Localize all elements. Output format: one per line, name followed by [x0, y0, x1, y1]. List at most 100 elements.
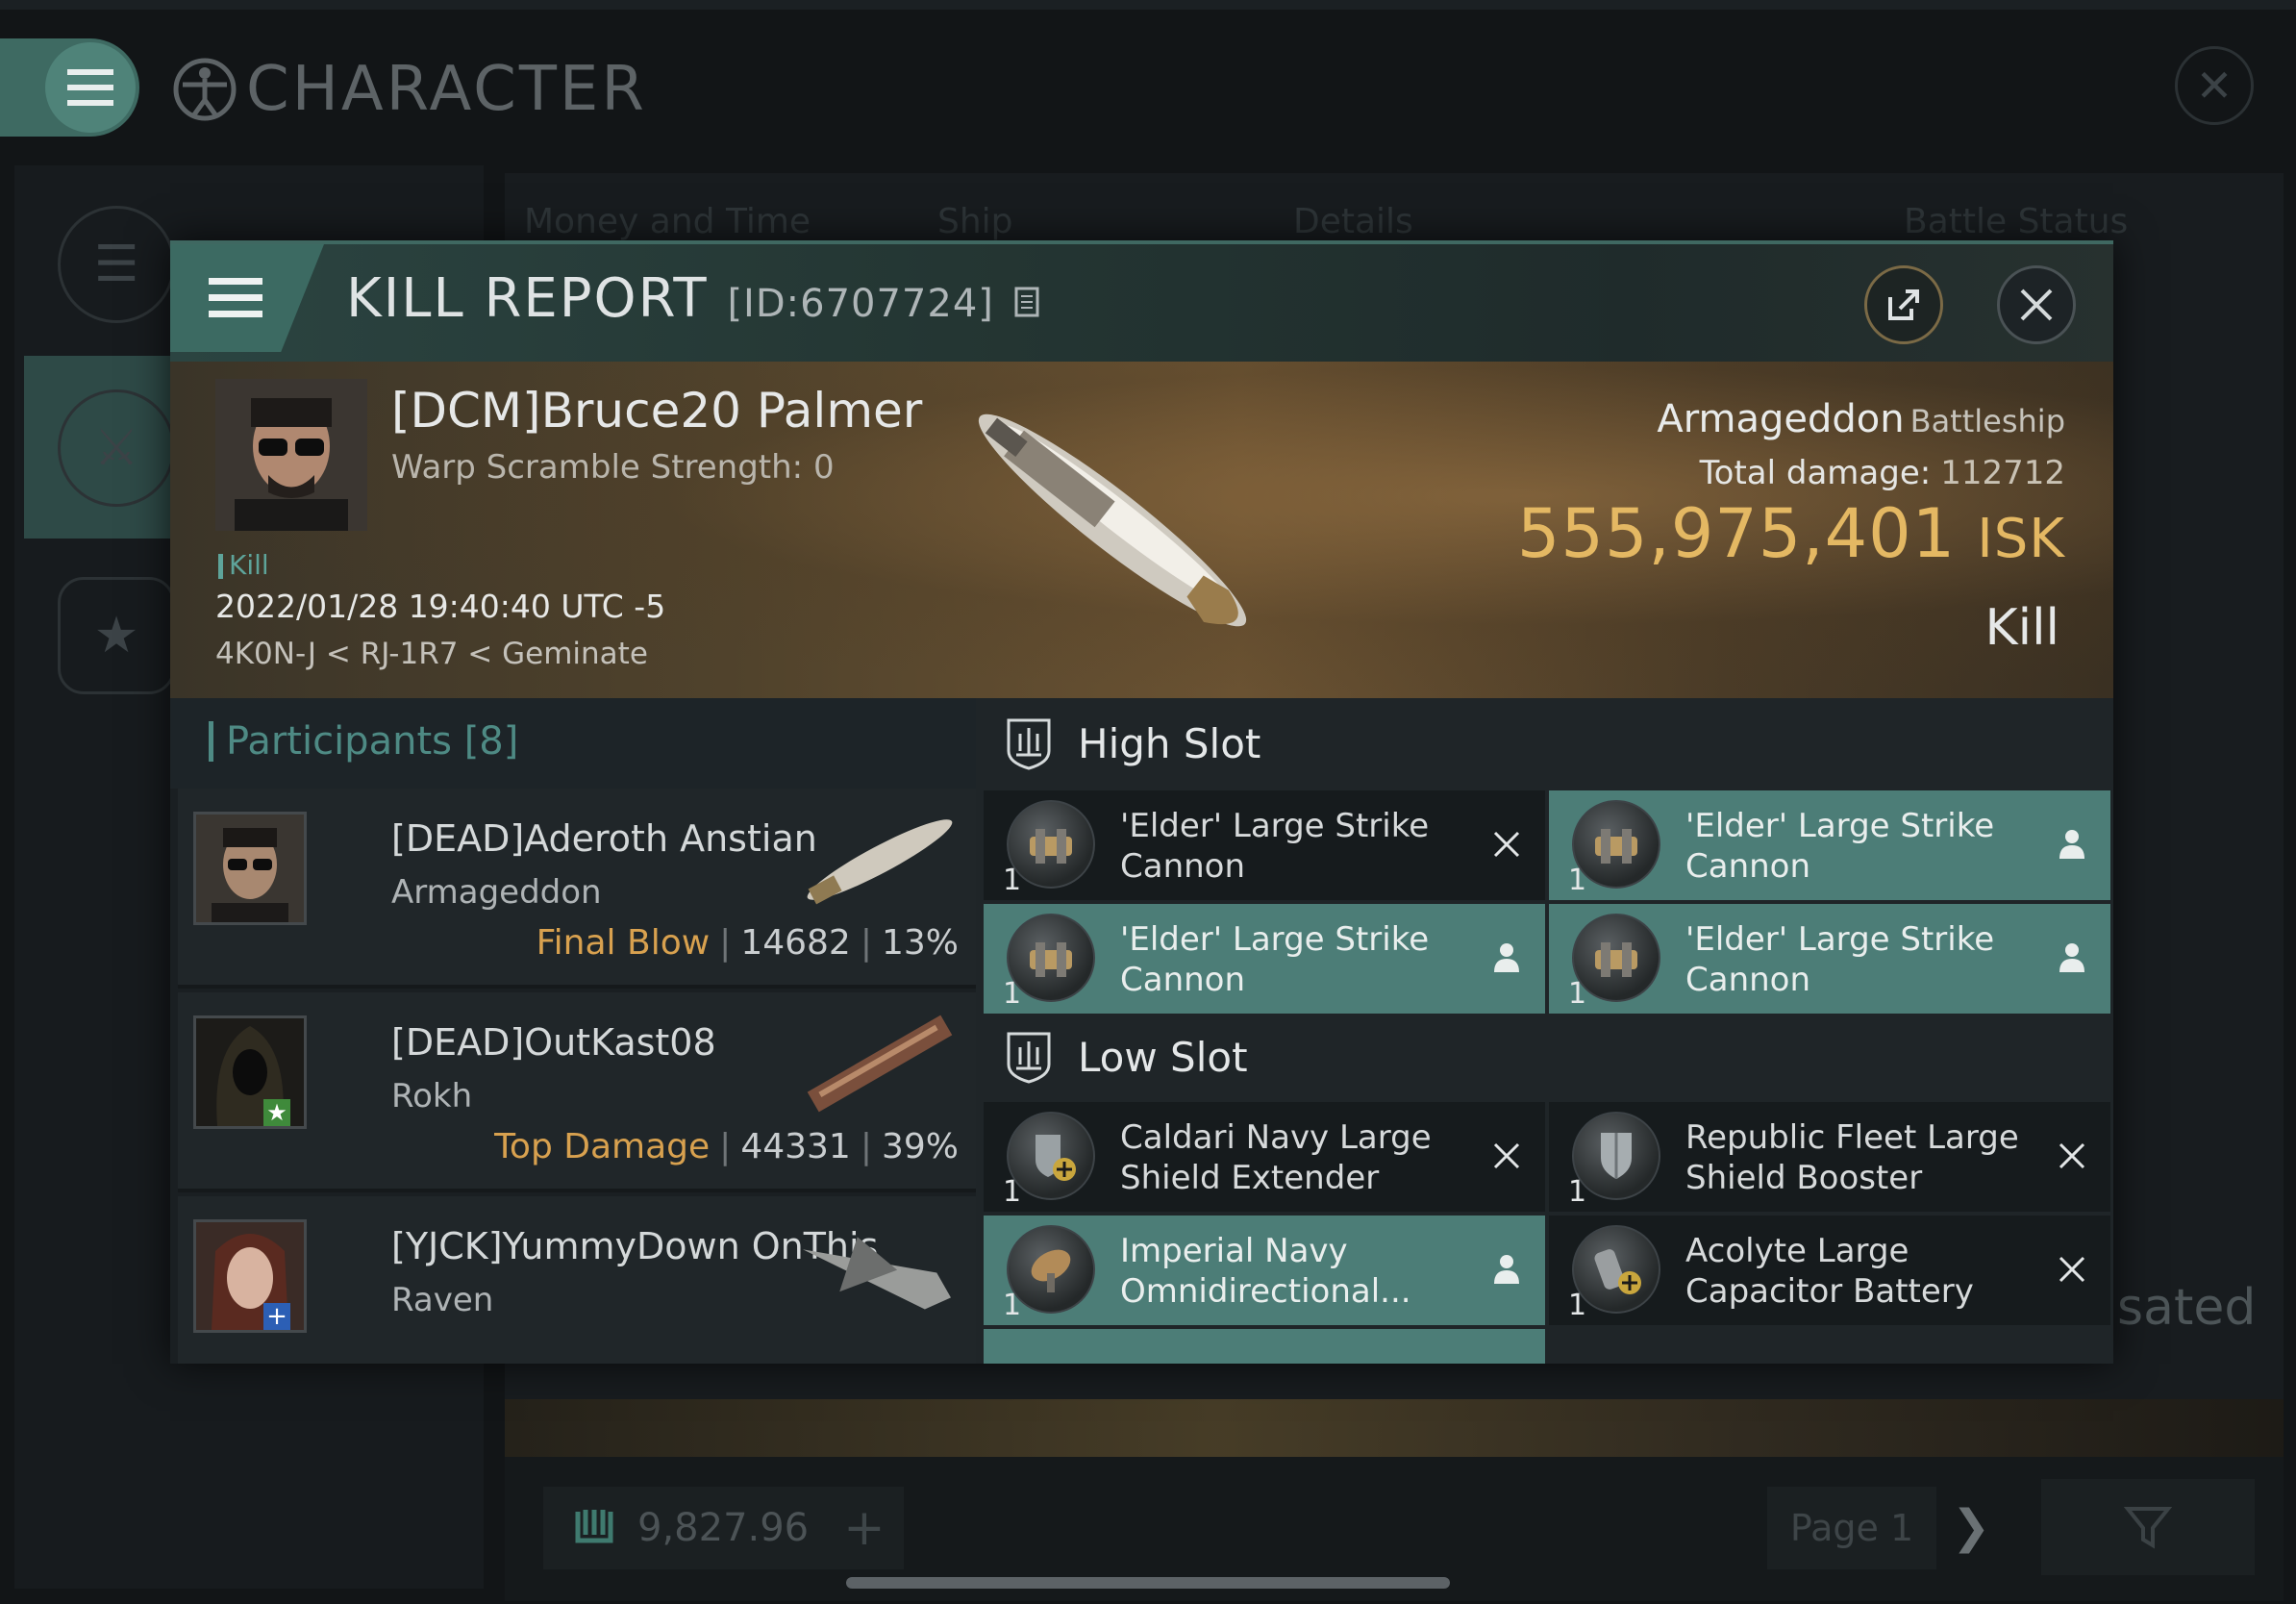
participant-name: [DEAD]Aderoth Anstian — [391, 817, 817, 860]
participants-title: Participants [8] — [226, 719, 518, 764]
victim-ship-image — [978, 414, 1247, 627]
close-icon — [2020, 288, 2053, 321]
pilot-icon — [2051, 823, 2093, 865]
high-slot-title: High Slot — [1078, 719, 1261, 767]
report-id: [ID:6707724] — [727, 282, 994, 326]
dropped-x-icon — [1485, 823, 1528, 865]
participants-count: [8] — [463, 719, 519, 764]
module-row[interactable]: 1 'Elder' Large Strike Cannon — [1549, 904, 2110, 1014]
background-tab-money[interactable]: Money and Time — [524, 202, 811, 241]
module-quantity: 1 — [1568, 1289, 1587, 1322]
module-quantity: 1 — [1003, 864, 1022, 897]
module-row[interactable]: 1 Republic Fleet Large Shield Booster — [1549, 1102, 2110, 1212]
high-slot-header: High Slot — [976, 698, 2113, 789]
isk-amount: 555,975,401 — [1516, 494, 1957, 573]
participant-stat-label: Final Blow — [536, 923, 711, 963]
kill-tag: Kill — [218, 549, 269, 581]
copy-icon[interactable] — [1013, 286, 1040, 318]
victim-ship-class: Battleship — [1909, 403, 2065, 439]
dropped-x-icon — [2051, 1248, 2093, 1291]
victim-summary: [DCM]Bruce20 Palmer Warp Scramble Streng… — [170, 362, 2113, 698]
module-quantity: 1 — [1568, 1175, 1587, 1209]
home-indicator — [846, 1577, 1450, 1589]
module-row[interactable]: 1 'Elder' Large Strike Cannon — [984, 904, 1545, 1014]
kill-tag-text: Kill — [229, 549, 269, 581]
kill-datetime: 2022/01/28 19:40:40 UTC -5 — [215, 588, 666, 625]
pilot-icon — [2051, 937, 2093, 979]
background-close-button[interactable]: ✕ — [2175, 46, 2254, 125]
total-damage: Total damage: 112712 — [1700, 454, 2065, 492]
warp-scramble-strength: Warp Scramble Strength: 0 — [391, 448, 835, 487]
module-name: Republic Fleet Large Shield Booster — [1685, 1118, 2019, 1197]
module-row[interactable]: 1 Imperial Navy Omnidirectional... — [984, 1216, 1545, 1325]
kill-result: Kill — [1984, 599, 2059, 657]
participant-ship: Rokh — [391, 1077, 473, 1115]
participant-ship: Armageddon — [391, 873, 602, 912]
background-star-icon[interactable]: ★ — [58, 577, 175, 694]
dropped-x-icon — [1485, 1135, 1528, 1177]
kill-location[interactable]: 4K0N-J < RJ-1R7 < Geminate — [215, 637, 648, 671]
kill-report-modal: KILL REPORT [ID:6707724] [DCM]Bruce20 Pa… — [170, 240, 2113, 1364]
dropped-x-icon — [2051, 1135, 2093, 1177]
module-row[interactable]: 1 'Elder' Large Strike Cannon — [1549, 790, 2110, 900]
background-partial-text: sated — [2117, 1279, 2257, 1337]
module-row[interactable]: 1 Acolyte Large Capacitor Battery — [1549, 1216, 2110, 1325]
module-row-partial[interactable] — [984, 1329, 1545, 1364]
victim-ship: Armageddon Battleship — [1657, 397, 2065, 441]
participant-stat: Final Blow | 14682 | 13% — [536, 923, 959, 963]
module-quantity: 1 — [1568, 864, 1587, 897]
participant-row[interactable]: + [YJCK]YummyDown OnThis Raven — [178, 1196, 976, 1364]
background-menu-button[interactable] — [45, 42, 136, 133]
filter-icon[interactable] — [2041, 1479, 2255, 1575]
participant-portrait: ★ — [193, 1015, 307, 1129]
background-page-indicator: Page 1 — [1767, 1487, 1936, 1569]
close-button[interactable] — [1997, 265, 2076, 344]
participant-percent: 39% — [881, 1127, 959, 1166]
participant-damage: 14682 — [740, 923, 851, 963]
high-slot-icon — [1007, 718, 1051, 770]
chevron-right-icon[interactable]: ❯ — [1952, 1500, 1990, 1554]
hamburger-icon — [209, 278, 262, 317]
background-title-text: CHARACTER — [246, 54, 647, 125]
victim-ship-name: Armageddon — [1657, 397, 1905, 441]
background-tab-battle-status[interactable]: Battle Status — [1904, 202, 2128, 241]
participant-row[interactable]: ★ [DEAD]OutKast08 Rokh Top Damage | 44331 |… — [178, 992, 976, 1192]
participant-ship-image — [807, 819, 953, 905]
module-name: Caldari Navy Large Shield Extender — [1120, 1118, 1432, 1197]
background-swords-icon[interactable]: ⚔ — [58, 389, 175, 507]
module-row[interactable]: 1 'Elder' Large Strike Cannon — [984, 790, 1545, 900]
low-slot-title: Low Slot — [1078, 1033, 1248, 1081]
share-button[interactable] — [1864, 265, 1943, 344]
pilot-icon — [1485, 937, 1528, 979]
background-top-bar — [0, 0, 2296, 10]
participant-row[interactable]: [DEAD]Aderoth Anstian Armageddon Final B… — [178, 789, 976, 989]
background-wallet-value: 9,827.96 — [637, 1506, 810, 1550]
pilot-icon — [1485, 1248, 1528, 1291]
hamburger-icon — [67, 69, 113, 106]
modal-title-text: KILL REPORT — [346, 267, 709, 330]
victim-name: [DCM]Bruce20 Palmer — [391, 383, 923, 439]
participant-ship: Raven — [391, 1281, 494, 1319]
participants-header[interactable]: Participants [8] — [170, 698, 976, 789]
module-quantity: 1 — [1003, 977, 1022, 1011]
participants-panel: Participants [8] [DEAD]Aderoth Anstian A… — [170, 698, 976, 1364]
module-name: Acolyte Large Capacitor Battery — [1685, 1232, 1974, 1311]
svg-text:★: ★ — [266, 1099, 287, 1126]
fitting-panel: High Slot 1 'Elder' Large Strike Cannon … — [976, 698, 2113, 1364]
background-wallet[interactable]: 9,827.96 + — [543, 1487, 904, 1569]
background-tab-details[interactable]: Details — [1293, 202, 1413, 241]
svg-text:+: + — [266, 1302, 287, 1330]
participant-portrait: + — [193, 1219, 307, 1333]
participant-name: [DEAD]OutKast08 — [391, 1021, 716, 1064]
participant-ship-image — [807, 1015, 953, 1113]
module-name: Imperial Navy Omnidirectional... — [1120, 1232, 1411, 1311]
background-tab-ship[interactable]: Ship — [937, 202, 1013, 241]
victim-avatar[interactable] — [215, 379, 367, 531]
participant-damage: 44331 — [740, 1127, 851, 1166]
participant-percent: 13% — [881, 923, 959, 963]
participants-label: Participants — [226, 719, 452, 764]
module-name: 'Elder' Large Strike Cannon — [1685, 920, 1995, 999]
module-row[interactable]: 1 Caldari Navy Large Shield Extender — [984, 1102, 1545, 1212]
add-icon[interactable]: + — [843, 1499, 886, 1557]
background-list-icon[interactable]: ☰ — [58, 206, 175, 323]
